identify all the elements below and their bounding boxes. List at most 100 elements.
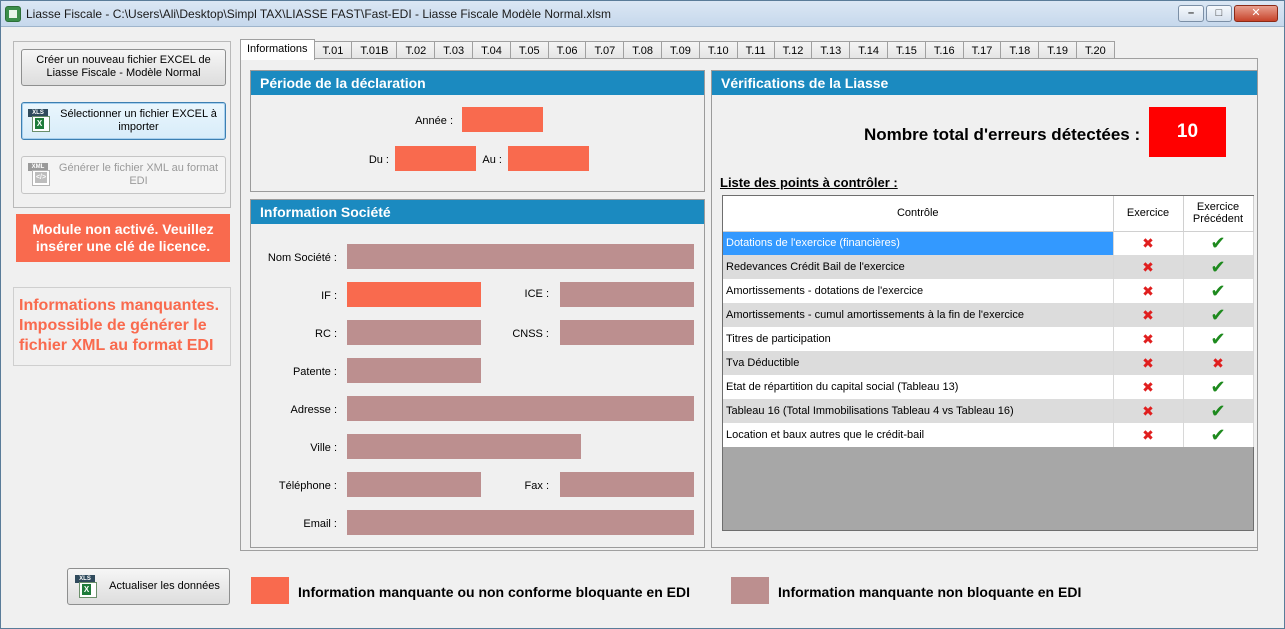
check-label: Location et baux autres que le crédit-ba…: [723, 423, 1114, 447]
checks-header-row: Contrôle Exercice Exercice Précédent: [723, 196, 1254, 232]
col-precedent-header-line-2: Précédent: [1192, 213, 1244, 226]
window-controls: – □ ✕: [1178, 5, 1278, 22]
informations-tab-page: Période de la déclaration Année : Du : A…: [240, 58, 1258, 551]
col-exercice-header[interactable]: Exercice: [1113, 196, 1184, 232]
checks-body: Dotations de l'exercice (financières) ✖ ✔ R…: [723, 231, 1254, 447]
ok-check-icon: ✔: [1210, 377, 1226, 397]
telephone-label: Téléphone :: [278, 480, 337, 492]
maximize-icon: □: [1215, 7, 1223, 19]
file-actions-group: Créer un nouveau fichier EXCEL de Liasse…: [13, 41, 231, 208]
periode-group: Période de la déclaration Année : Du : A…: [250, 70, 705, 192]
select-excel-button[interactable]: XLS Sélectionner un fichier EXCEL à impo…: [21, 102, 226, 140]
check-row[interactable]: Amortissements - cumul amortissements à …: [723, 303, 1254, 327]
check-row[interactable]: Tableau 16 (Total Immobilisations Tablea…: [723, 399, 1254, 423]
checks-table: Contrôle Exercice Exercice Précédent Dot…: [723, 196, 1254, 447]
societe-title: Information Société: [251, 200, 704, 224]
ice-field[interactable]: [560, 282, 694, 307]
error-cross-icon: ✖: [1142, 307, 1154, 323]
checklist-title: Liste des points à contrôler :: [720, 175, 898, 190]
license-warning: Module non activé. Veuillez insérer une …: [16, 214, 230, 262]
check-exercice-cell: ✖: [1113, 327, 1184, 351]
check-label: Tableau 16 (Total Immobilisations Tablea…: [723, 399, 1114, 423]
du-date-field[interactable]: [395, 146, 476, 171]
check-row[interactable]: Amortissements - dotations de l'exercice…: [723, 279, 1254, 303]
create-excel-label-1: Créer un nouveau fichier EXCEL de: [36, 54, 211, 66]
cnss-label: CNSS :: [512, 328, 549, 340]
if-field[interactable]: [347, 282, 481, 307]
au-date-field[interactable]: [508, 146, 589, 171]
excel-file-icon: XLS: [28, 109, 54, 133]
email-field[interactable]: [347, 510, 694, 535]
cnss-field[interactable]: [560, 320, 694, 345]
check-label: Dotations de l'exercice (financières): [723, 231, 1114, 255]
check-row[interactable]: Titres de participation ✖ ✔: [723, 327, 1254, 351]
missing-info-warning: Informations manquantes. Impossible de g…: [13, 287, 231, 366]
error-cross-icon: ✖: [1142, 331, 1154, 347]
title-bar[interactable]: Liasse Fiscale - C:\Users\Ali\Desktop\Si…: [1, 1, 1284, 27]
minimize-button[interactable]: –: [1178, 5, 1204, 22]
col-precedent-header[interactable]: Exercice Précédent: [1183, 196, 1254, 232]
check-label: Tva Déductible: [723, 351, 1114, 375]
check-label: Amortissements - dotations de l'exercice: [723, 279, 1114, 303]
minimize-icon: –: [1187, 7, 1195, 19]
telephone-field[interactable]: [347, 472, 481, 497]
window-title: Liasse Fiscale - C:\Users\Ali\Desktop\Si…: [26, 7, 612, 21]
nom-societe-label: Nom Société :: [267, 252, 337, 264]
ok-check-icon: ✔: [1210, 329, 1226, 349]
periode-title: Période de la déclaration: [251, 71, 704, 95]
create-excel-button[interactable]: Créer un nouveau fichier EXCEL de Liasse…: [21, 49, 226, 86]
check-exercice-cell: ✖: [1113, 279, 1184, 303]
select-excel-label-1: Sélectionner un fichier EXCEL à: [60, 108, 217, 120]
error-count-badge: 10: [1149, 107, 1226, 157]
refresh-excel-icon: XLS: [75, 575, 101, 599]
check-precedent-cell: ✖: [1183, 351, 1254, 375]
annee-field[interactable]: [462, 107, 543, 132]
ok-check-icon: ✔: [1210, 233, 1226, 254]
ice-label: ICE :: [524, 288, 549, 300]
patente-field[interactable]: [347, 358, 481, 383]
error-cross-icon: ✖: [1142, 427, 1154, 443]
fax-field[interactable]: [560, 472, 694, 497]
check-row[interactable]: Etat de répartition du capital social (T…: [723, 375, 1254, 399]
rc-label: RC :: [315, 328, 337, 340]
error-cross-icon: ✖: [1142, 259, 1154, 275]
missing-info-line-1: Informations manquantes.: [19, 297, 220, 314]
patente-label: Patente :: [292, 366, 337, 378]
error-cross-icon: ✖: [1212, 355, 1224, 371]
close-button[interactable]: ✕: [1234, 5, 1278, 22]
check-row[interactable]: Tva Déductible ✖ ✖: [723, 351, 1254, 375]
ok-check-icon: ✔: [1210, 281, 1226, 301]
check-exercice-cell: ✖: [1113, 231, 1184, 255]
du-label: Du :: [368, 154, 389, 166]
generate-xml-label-1: Générer le fichier XML au format: [58, 162, 219, 174]
ville-field[interactable]: [347, 434, 581, 459]
ok-check-icon: ✔: [1210, 305, 1226, 325]
email-label: Email :: [303, 518, 337, 530]
maximize-button[interactable]: □: [1206, 5, 1232, 22]
check-label: Redevances Crédit Bail de l'exercice: [723, 255, 1114, 279]
license-warning-line-2: insérer une clé de licence.: [35, 238, 211, 254]
check-exercice-cell: ✖: [1113, 255, 1184, 279]
generate-xml-button[interactable]: XML Générer le fichier XML au format EDI: [21, 156, 226, 194]
rc-field[interactable]: [347, 320, 481, 345]
ok-check-icon: ✔: [1210, 401, 1226, 421]
checks-grid[interactable]: Contrôle Exercice Exercice Précédent Dot…: [722, 195, 1254, 531]
check-row[interactable]: Dotations de l'exercice (financières) ✖ ✔: [723, 231, 1254, 255]
col-controle-header[interactable]: Contrôle: [723, 196, 1114, 232]
adresse-field[interactable]: [347, 396, 694, 421]
sheet-tabs: Informations T.01 T.01B T.02 T.03 T.04 T…: [240, 39, 1115, 60]
check-label: Etat de répartition du capital social (T…: [723, 375, 1114, 399]
tab-informations[interactable]: Informations: [240, 39, 315, 60]
error-cross-icon: ✖: [1142, 355, 1154, 371]
missing-info-line-2: Impossible de générer le: [19, 317, 207, 334]
main-window: Liasse Fiscale - C:\Users\Ali\Desktop\Si…: [0, 0, 1285, 629]
refresh-data-button[interactable]: XLS Actualiser les données: [67, 568, 230, 605]
check-precedent-cell: ✔: [1183, 303, 1254, 327]
close-icon: ✕: [1251, 7, 1261, 19]
nom-societe-field[interactable]: [347, 244, 694, 269]
legend-non-blocking-swatch: [731, 577, 769, 604]
adresse-label: Adresse :: [290, 404, 337, 416]
check-row[interactable]: Location et baux autres que le crédit-ba…: [723, 423, 1254, 447]
if-label: IF :: [321, 290, 337, 302]
check-row[interactable]: Redevances Crédit Bail de l'exercice ✖ ✔: [723, 255, 1254, 279]
